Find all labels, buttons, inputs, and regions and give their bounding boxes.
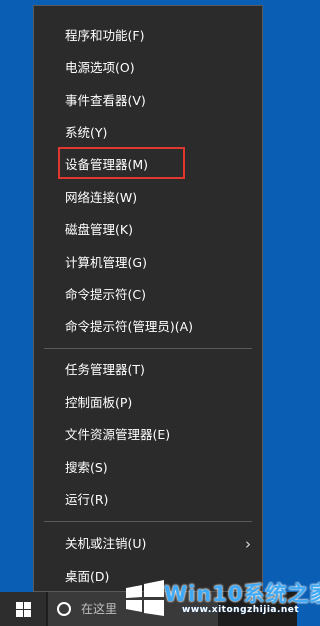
- highlight-box: [58, 147, 185, 179]
- menu-item-label: 任务管理器(T): [65, 362, 145, 377]
- watermark-logo: Win10系统之家 www.xitongzhijia.net: [122, 576, 320, 624]
- chevron-right-icon: ›: [245, 535, 251, 553]
- menu-item-label: 网络连接(W): [65, 190, 138, 205]
- menu-item-label: 磁盘管理(K): [65, 222, 133, 237]
- start-button[interactable]: [0, 592, 46, 626]
- winx-context-menu: 程序和功能(F) 电源选项(O) 事件查看器(V) 系统(Y) 设备管理器(M)…: [33, 5, 263, 592]
- menu-item-system[interactable]: 系统(Y): [34, 117, 262, 149]
- watermark-windows-logo-icon: [126, 580, 164, 616]
- menu-item-label: 计算机管理(G): [65, 255, 147, 270]
- windows-logo-icon: [15, 601, 31, 617]
- menu-item-command-prompt-admin[interactable]: 命令提示符(管理员)(A): [34, 311, 262, 343]
- menu-item-file-explorer[interactable]: 文件资源管理器(E): [34, 419, 262, 451]
- menu-item-task-manager[interactable]: 任务管理器(T): [34, 354, 262, 386]
- watermark-text: Win10系统之家: [164, 582, 320, 606]
- cortana-circle-icon: [57, 602, 71, 616]
- menu-item-label: 文件资源管理器(E): [65, 427, 171, 442]
- menu-item-search[interactable]: 搜索(S): [34, 452, 262, 484]
- menu-item-run[interactable]: 运行(R): [34, 484, 262, 516]
- menu-item-network-connections[interactable]: 网络连接(W): [34, 182, 262, 214]
- menu-item-label: 命令提示符(C): [65, 287, 146, 302]
- menu-item-event-viewer[interactable]: 事件查看器(V): [34, 85, 262, 117]
- watermark-url: www.xitongzhijia.net: [182, 605, 300, 615]
- menu-item-label: 程序和功能(F): [65, 28, 145, 43]
- menu-item-power-options[interactable]: 电源选项(O): [34, 52, 262, 84]
- menu-separator: [44, 348, 252, 349]
- menu-item-command-prompt[interactable]: 命令提示符(C): [34, 279, 262, 311]
- menu-item-label: 控制面板(P): [65, 395, 133, 410]
- menu-separator: [44, 521, 252, 522]
- menu-item-programs-features[interactable]: 程序和功能(F): [34, 20, 262, 52]
- menu-item-label: 搜索(S): [65, 460, 108, 475]
- menu-item-label: 电源选项(O): [65, 60, 135, 75]
- menu-item-label: 系统(Y): [65, 125, 108, 140]
- menu-item-shutdown-signout[interactable]: 关机或注销(U) ›: [34, 528, 262, 560]
- menu-item-computer-management[interactable]: 计算机管理(G): [34, 247, 262, 279]
- menu-item-label: 事件查看器(V): [65, 93, 146, 108]
- menu-item-control-panel[interactable]: 控制面板(P): [34, 387, 262, 419]
- menu-item-label: 关机或注销(U): [65, 536, 147, 551]
- search-placeholder: 在这里: [81, 602, 118, 616]
- menu-item-disk-management[interactable]: 磁盘管理(K): [34, 214, 262, 246]
- menu-item-label: 运行(R): [65, 492, 109, 507]
- menu-item-label: 桌面(D): [65, 569, 110, 584]
- menu-item-label: 命令提示符(管理员)(A): [65, 319, 194, 334]
